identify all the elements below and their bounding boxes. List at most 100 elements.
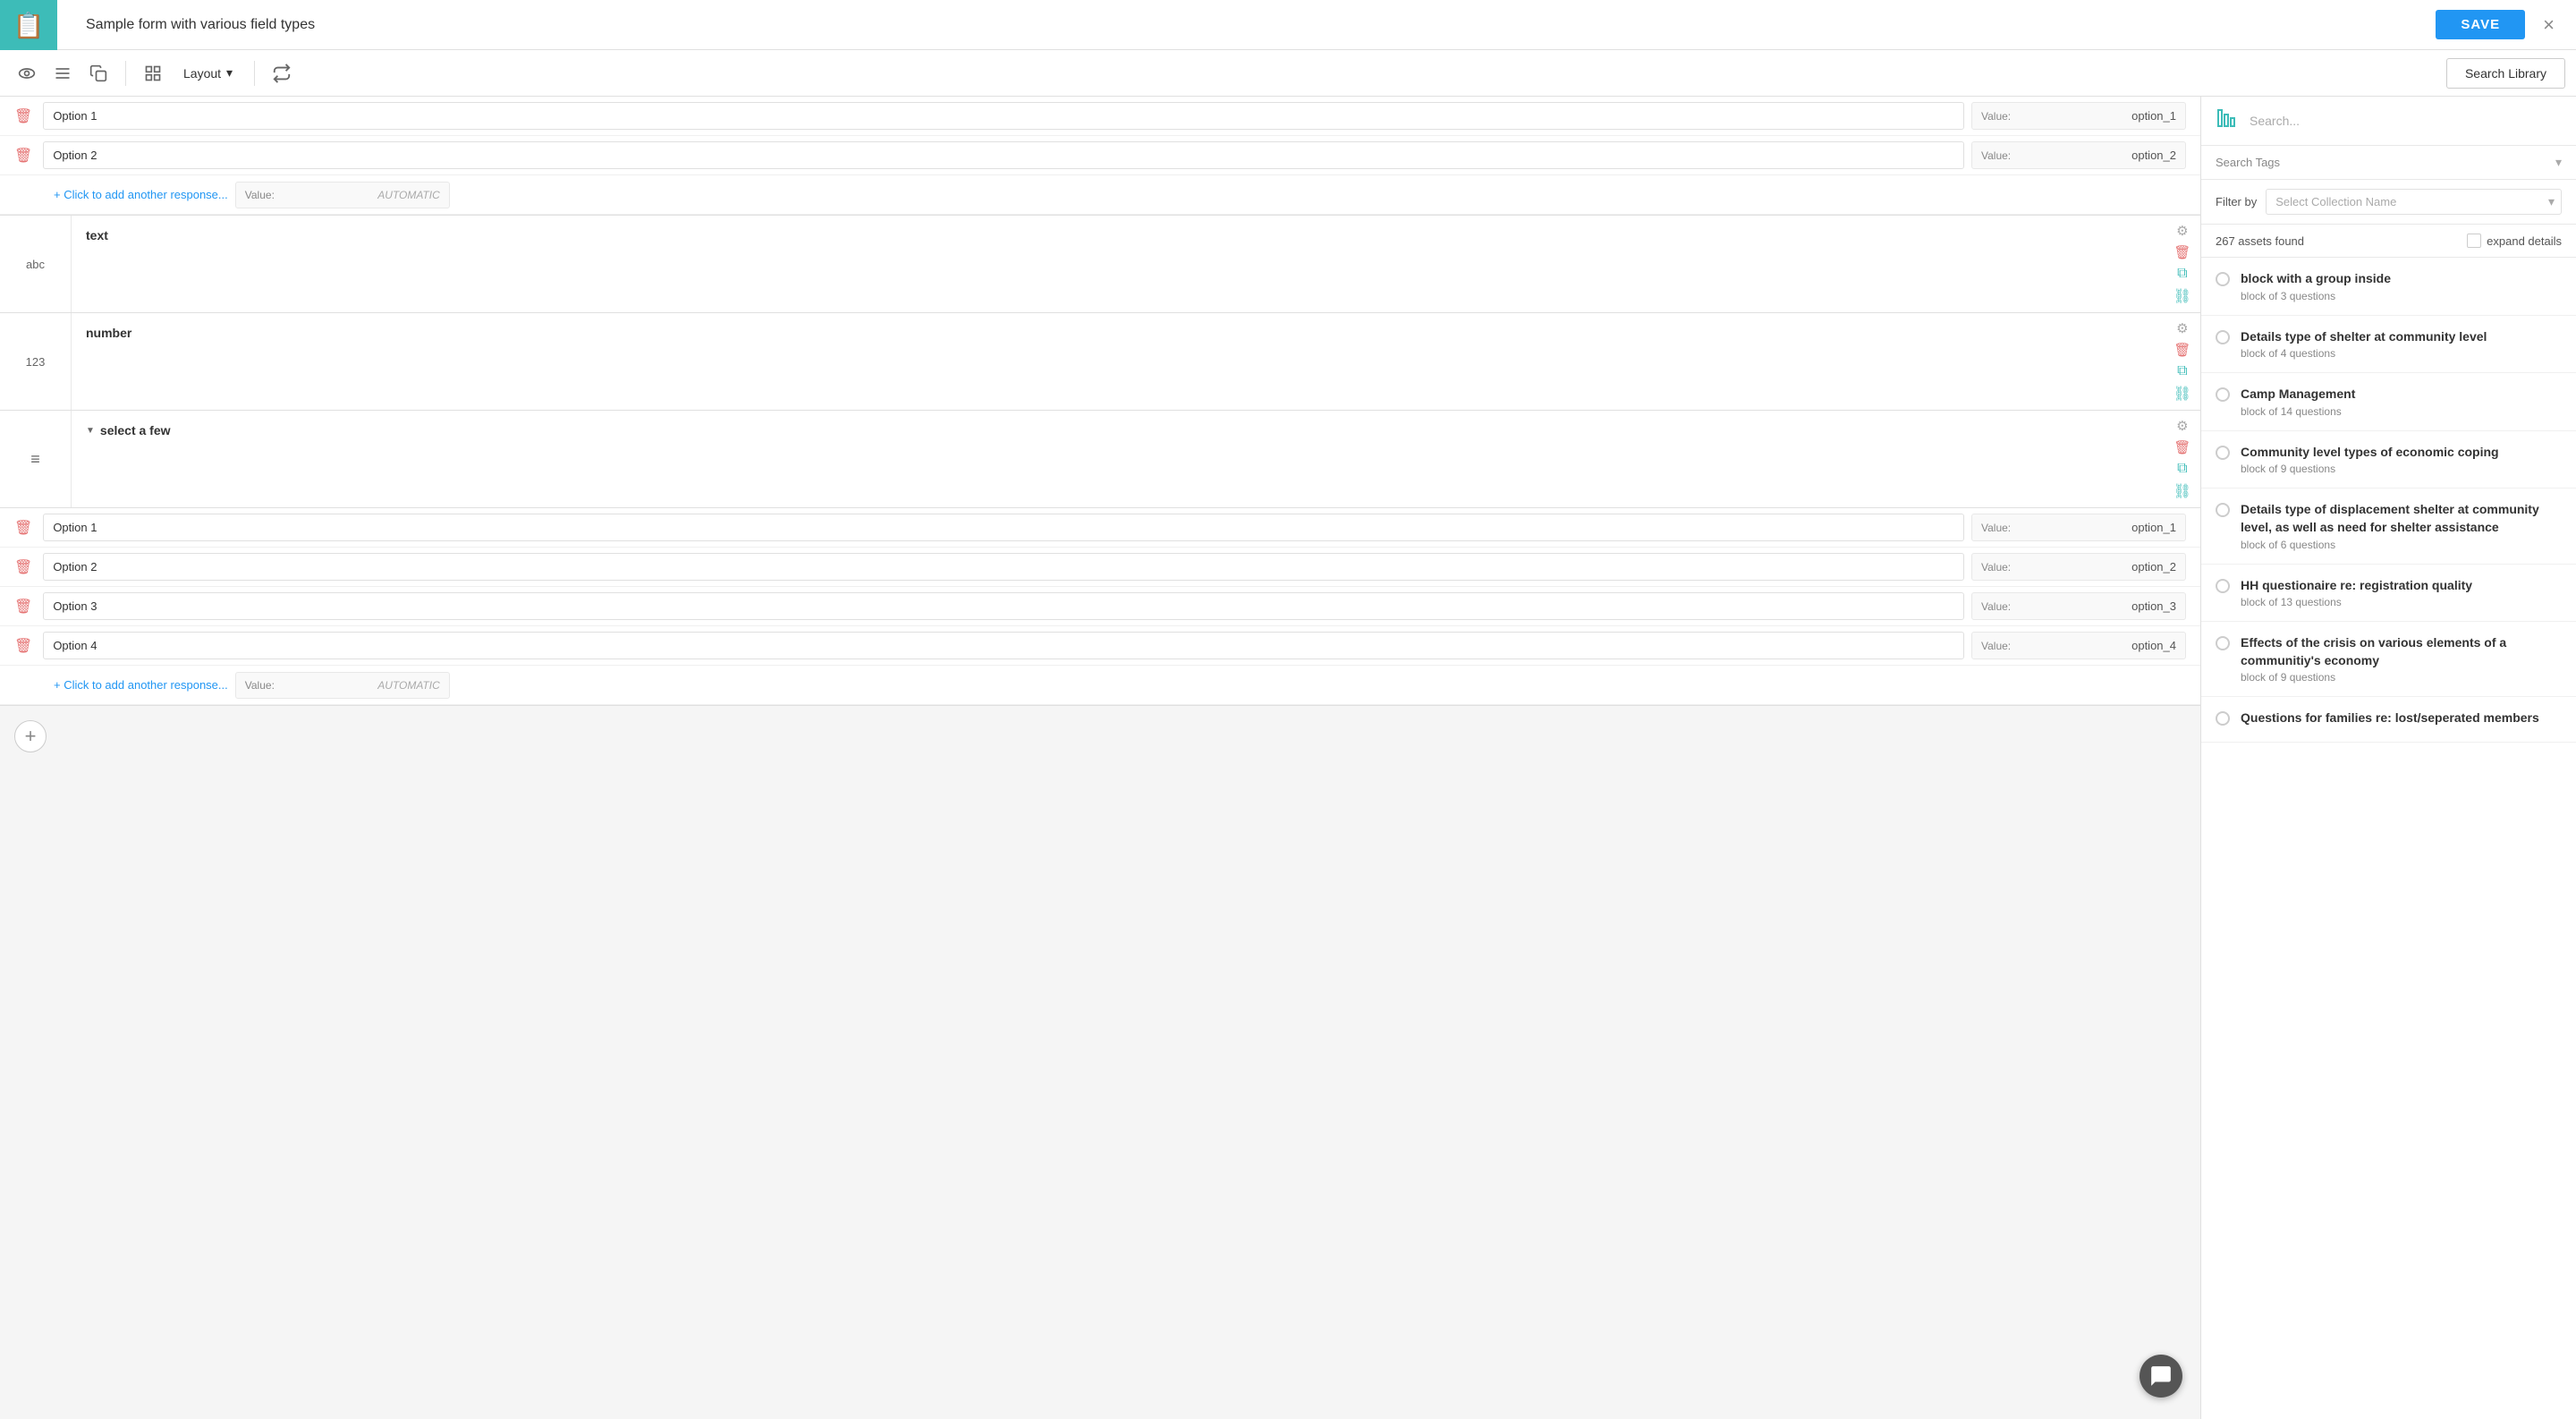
value-cell-auto-bottom: Value: AUTOMATIC [235,672,450,699]
link-icon-select-few[interactable]: ⛓ [2174,482,2191,500]
radio-item-4[interactable] [2216,503,2230,517]
select-few-type-label: ≡ [0,411,72,507]
library-list: block with a group inside block of 3 que… [2201,258,2576,1419]
option-row-b3: 🗑 Value: option_3 [0,587,2200,626]
radio-item-7[interactable] [2216,711,2230,726]
option-2-input[interactable] [43,141,1964,169]
settings-icon-select-few[interactable]: ⚙ [2176,418,2188,434]
delete-option-1-icon[interactable]: 🗑 [14,107,32,125]
value-label-b4: Value: [1981,640,2017,652]
delete-option-b3-icon[interactable]: 🗑 [14,598,32,616]
expand-details-area: expand details [2467,234,2562,248]
eye-icon[interactable] [11,57,43,89]
library-item-7[interactable]: Questions for families re: lost/seperate… [2201,697,2576,743]
delete-option-2-icon[interactable]: 🗑 [14,147,32,165]
add-response-link-bottom[interactable]: + Click to add another response... [14,671,228,699]
value-automatic-top: AUTOMATIC [377,189,440,201]
library-search-input[interactable] [2246,110,2562,132]
radio-item-2[interactable] [2216,387,2230,402]
option-b2-input[interactable] [43,553,1964,581]
lib-item-title-3: Community level types of economic coping [2241,444,2562,462]
add-item-button[interactable]: + [14,720,47,752]
library-item-2[interactable]: Camp Management block of 14 questions [2201,373,2576,431]
tags-dropdown-icon[interactable]: ▾ [2555,155,2562,170]
grid-icon[interactable] [137,57,169,89]
clone-icon-text[interactable]: ⧉ [2177,266,2187,282]
link-icon-number[interactable]: ⛓ [2174,385,2191,403]
option-row: 🗑 Value: option_1 [0,97,2200,136]
value-text-b4: option_4 [2131,639,2176,652]
radio-item-1[interactable] [2216,330,2230,344]
close-button[interactable]: × [2536,10,2562,40]
search-library-button[interactable]: Search Library [2446,58,2565,89]
option-row-b1: 🗑 Value: option_1 [0,508,2200,548]
sidebar-filter-row: Filter by Select Collection Name ▾ [2201,180,2576,225]
text-item-actions: ⚙ 🗑 ⧉ ⛓ [2165,216,2200,312]
select-few-label: ▼ select a few [86,423,2150,438]
top-header: 📋 Sample form with various field types S… [0,0,2576,50]
settings-icon-number[interactable]: ⚙ [2176,320,2188,336]
toolbar: Layout ▾ Search Library [0,50,2576,97]
text-label: text [86,228,108,242]
library-item-3[interactable]: Community level types of economic coping… [2201,431,2576,489]
main-layout: 🗑 Value: option_1 🗑 Value: option_2 + Cl… [0,97,2576,1419]
form-area: 🗑 Value: option_1 🗑 Value: option_2 + Cl… [0,97,2200,1419]
value-label-b3: Value: [1981,600,2017,613]
option-b4-input[interactable] [43,632,1964,659]
filter-by-label: Filter by [2216,195,2257,208]
lib-item-title-6: Effects of the crisis on various element… [2241,634,2562,669]
library-item-6[interactable]: Effects of the crisis on various element… [2201,622,2576,697]
radio-item-5[interactable] [2216,579,2230,593]
chat-widget-button[interactable] [2140,1355,2182,1398]
library-item-0[interactable]: block with a group inside block of 3 que… [2201,258,2576,316]
option-1-input[interactable] [43,102,1964,130]
delete-icon-number[interactable]: 🗑 [2174,342,2190,358]
library-item-5[interactable]: HH questionaire re: registration quality… [2201,565,2576,623]
radio-item-3[interactable] [2216,446,2230,460]
value-cell-b1: Value: option_1 [1971,514,2186,541]
lib-item-sub-4: block of 6 questions [2241,539,2562,551]
export-icon[interactable] [266,57,298,89]
logo-icon: 📋 [13,11,45,40]
option-b3-input[interactable] [43,592,1964,620]
delete-option-b4-icon[interactable]: 🗑 [14,637,32,655]
lib-item-sub-3: block of 9 questions [2241,463,2562,475]
logo-area: 📋 [0,0,57,50]
radio-item-6[interactable] [2216,636,2230,650]
assets-count-label: 267 assets found [2216,234,2304,248]
add-response-link-top[interactable]: + Click to add another response... [14,181,228,208]
add-response-row-top: + Click to add another response... Value… [0,175,2200,215]
value-cell-b2: Value: option_2 [1971,553,2186,581]
clone-icon-select-few[interactable]: ⧉ [2177,461,2187,477]
copy-icon[interactable] [82,57,114,89]
value-label-b1: Value: [1981,522,2017,534]
save-button[interactable]: SAVE [2436,10,2525,39]
expand-details-label[interactable]: expand details [2487,234,2562,248]
layout-button[interactable]: Layout ▾ [173,60,243,86]
expand-details-checkbox[interactable] [2467,234,2481,248]
lib-item-content-6: Effects of the crisis on various element… [2241,634,2562,684]
link-icon-text[interactable]: ⛓ [2174,287,2191,305]
chart-icon [2216,107,2237,134]
delete-option-b2-icon[interactable]: 🗑 [14,558,32,576]
select-few-actions: ⚙ 🗑 ⧉ ⛓ [2165,411,2200,507]
value-label-2: Value: [1981,149,2017,162]
list-icon[interactable] [47,57,79,89]
library-item-1[interactable]: Details type of shelter at community lev… [2201,316,2576,374]
value-text-b2: option_2 [2131,560,2176,574]
lib-item-title-7: Questions for families re: lost/seperate… [2241,710,2562,727]
value-auto-label-bottom: Value: [245,679,281,692]
add-response-row-bottom: + Click to add another response... Value… [0,666,2200,705]
clone-icon-number[interactable]: ⧉ [2177,363,2187,379]
settings-icon-text[interactable]: ⚙ [2176,223,2188,239]
library-item-4[interactable]: Details type of displacement shelter at … [2201,489,2576,564]
number-label: number [86,326,131,340]
value-text-2: option_2 [2131,149,2176,162]
option-b1-input[interactable] [43,514,1964,541]
delete-icon-text[interactable]: 🗑 [2174,244,2190,260]
delete-icon-select-few[interactable]: 🗑 [2174,439,2190,455]
radio-item-0[interactable] [2216,272,2230,286]
value-cell-auto-top: Value: AUTOMATIC [235,182,450,208]
collection-select[interactable]: Select Collection Name [2266,189,2562,215]
delete-option-b1-icon[interactable]: 🗑 [14,519,32,537]
